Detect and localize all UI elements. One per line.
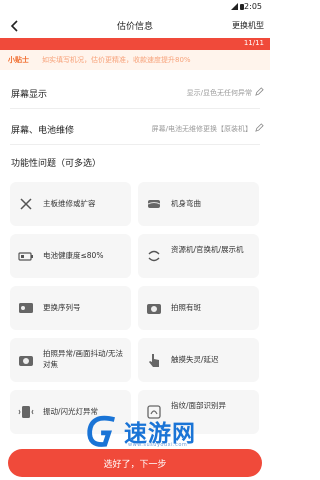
section-title: 功能性问题（可多选） <box>11 159 102 169</box>
option-label: 拍照异常/画面抖动/无法对焦 <box>43 349 124 369</box>
option-label: 振动/闪光灯异常 <box>43 407 99 416</box>
watermark-url: www.susuyouxi.com <box>128 442 188 448</box>
id-card-icon <box>19 303 33 313</box>
status-bar: 2:05 <box>0 0 270 14</box>
fingerprint-icon <box>147 405 161 419</box>
option-label: 资源机/官换机/展示机 <box>171 245 244 254</box>
tip-banner: 小贴士 如实填写机况，估价更精准，收款速度提升80% <box>0 50 270 70</box>
edit-pencil-icon[interactable] <box>255 123 264 132</box>
swap-icon <box>148 250 160 262</box>
option-label: 主板维修或扩容 <box>43 199 96 208</box>
next-step-button[interactable]: 选好了，下一步 <box>8 449 262 477</box>
option-card[interactable]: 资源机/官换机/展示机 <box>138 234 259 278</box>
change-model-button[interactable]: 更换机型 <box>232 20 264 31</box>
nav-bar: 估价信息 更换机型 <box>0 14 270 38</box>
option-card[interactable]: 机身弯曲 <box>138 182 259 226</box>
option-label: 电池健康度≤80% <box>43 251 104 260</box>
vibrate-icon <box>18 406 34 418</box>
option-label: 拍照有斑 <box>171 303 201 312</box>
touch-hand-icon <box>149 354 159 367</box>
divider <box>10 108 260 109</box>
page-title: 估价信息 <box>116 22 153 32</box>
option-card[interactable]: 触摸失灵/延迟 <box>138 338 259 382</box>
camera-icon <box>147 304 161 314</box>
edit-pencil-icon[interactable] <box>255 87 264 96</box>
tip-label: 小贴士 <box>8 56 29 64</box>
row-value: 屏幕/电池无维修更换【原装机】 <box>151 125 252 133</box>
row-screen-display[interactable]: 屏幕显示 显示/显色无任何异常 <box>0 78 270 108</box>
status-time: 2:05 <box>244 2 262 11</box>
divider <box>10 144 260 145</box>
option-card[interactable]: 指纹/面部识别异 <box>138 390 259 434</box>
battery-icon <box>18 252 33 261</box>
tip-text: 如实填写机况，估价更精准，收款速度提升80% <box>42 56 191 64</box>
progress-count: 11/11 <box>243 39 264 47</box>
option-card[interactable]: 振动/闪光灯异常 <box>10 390 131 434</box>
row-key: 屏幕显示 <box>11 90 48 100</box>
progress-bar: 11/11 <box>0 38 270 50</box>
option-card[interactable]: 拍照有斑 <box>138 286 259 330</box>
row-key: 屏幕、电池维修 <box>11 126 75 136</box>
option-label: 机身弯曲 <box>171 199 201 208</box>
wifi-signal-icon <box>231 3 238 10</box>
option-label: 更换序列号 <box>43 303 81 312</box>
option-card[interactable]: 主板维修或扩容 <box>10 182 131 226</box>
tools-icon <box>20 198 32 210</box>
option-label: 指纹/面部识别异 <box>171 401 227 410</box>
bent-phone-icon <box>147 200 161 208</box>
option-card[interactable]: 电池健康度≤80% <box>10 234 131 278</box>
row-value: 显示/显色无任何异常 <box>186 89 252 97</box>
row-screen-battery-repair[interactable]: 屏幕、电池维修 屏幕/电池无维修更换【原装机】 <box>0 114 270 144</box>
option-card[interactable]: 更换序列号 <box>10 286 131 330</box>
option-label: 触摸失灵/延迟 <box>171 355 219 364</box>
option-card[interactable]: 拍照异常/画面抖动/无法对焦 <box>10 338 131 382</box>
camera-icon <box>19 356 33 366</box>
